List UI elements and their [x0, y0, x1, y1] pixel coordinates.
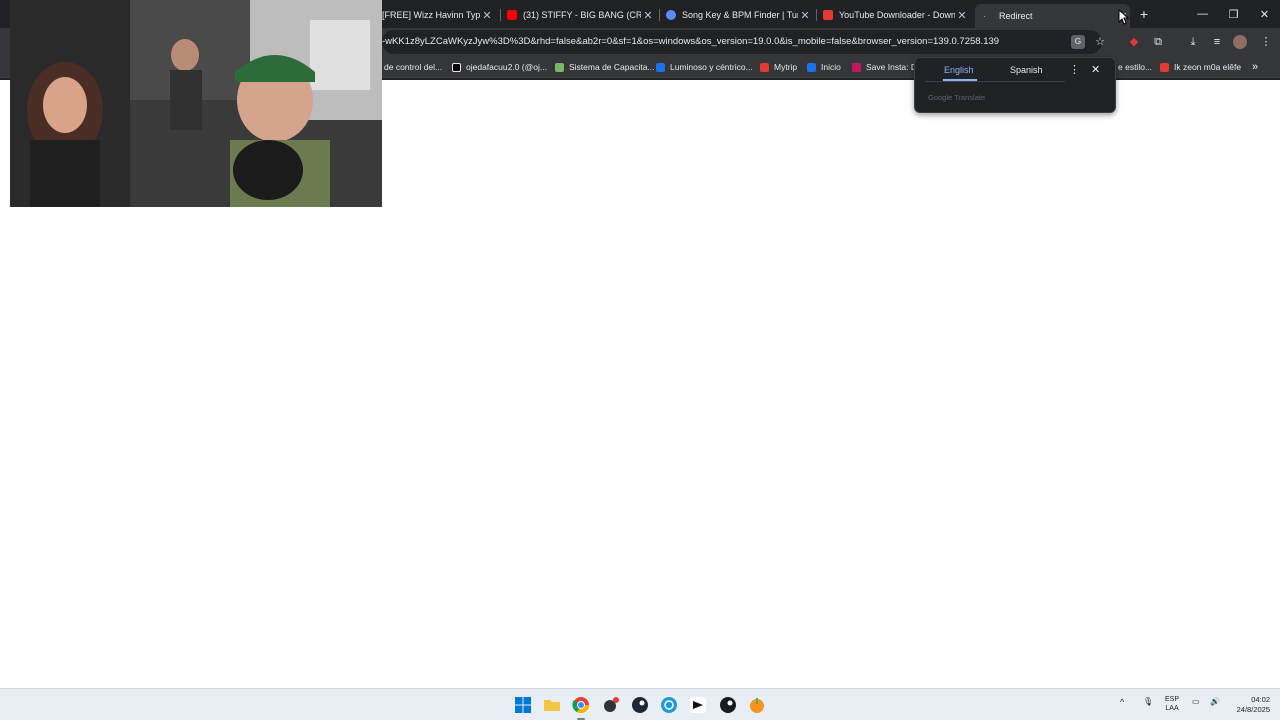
save-insta-icon — [852, 62, 861, 72]
extension-red-icon[interactable]: ◆ — [1126, 34, 1142, 50]
tab-close-icon[interactable]: ✕ — [641, 9, 655, 22]
translate-close-icon[interactable]: ✕ — [1091, 63, 1100, 76]
bookmark-item[interactable]: Luminoso y céntrico... — [656, 60, 753, 74]
youtube-icon — [507, 10, 517, 20]
minimize-icon[interactable]: — — [1187, 0, 1218, 28]
bookmark-item[interactable]: Sistema de Capacita... — [555, 60, 655, 74]
windows-start-icon[interactable] — [513, 695, 533, 715]
tab-close-icon[interactable]: ✕ — [955, 9, 969, 22]
bookmark-label: Luminoso y céntrico... — [670, 62, 753, 72]
restore-icon[interactable]: ❐ — [1218, 0, 1249, 28]
tunebat-icon — [666, 10, 676, 20]
tab-title: Song Key & BPM Finder | Tune — [682, 10, 798, 20]
selected-tab-indicator — [943, 79, 977, 81]
bookmark-label: Ik zeon m0a elêfe — [1174, 62, 1242, 72]
tab-separator — [816, 9, 817, 21]
bookmark-item[interactable]: Save Insta: De — [852, 60, 922, 74]
clock-time: 04:02 — [1251, 695, 1270, 704]
tab-title: (31) STIFFY - BIG BANG (CRUNK — [523, 10, 641, 20]
taskbar: ^ 🎙 ESP LAA ▭ 🔊 04:02 24/8/2025 — [0, 688, 1280, 720]
tab-stiffy-big-bang[interactable]: (31) STIFFY - BIG BANG (CRUNK ✕ — [507, 4, 655, 26]
bookmark-label: ojedafacuu2.0 (@oj... — [466, 62, 547, 72]
translate-divider — [925, 81, 1065, 82]
bookmark-item[interactable]: Mytrip — [760, 60, 797, 74]
tab-song-key-bpm[interactable]: Song Key & BPM Finder | Tune ✕ — [666, 4, 812, 26]
clock-date: 24/8/2025 — [1236, 705, 1270, 714]
translate-brand: Google Translate — [928, 93, 986, 102]
reading-list-icon[interactable]: ≡ — [1209, 34, 1225, 50]
target-language-tab[interactable]: Spanish — [1010, 65, 1043, 75]
loading-icon: · — [983, 11, 986, 21]
chrome-icon[interactable] — [571, 695, 591, 715]
tab-redirect[interactable]: · Redirect ✕ — [975, 4, 1130, 28]
keyboard-layout: LAA — [1165, 705, 1179, 712]
bookmark-label: Sistema de Capacita... — [569, 62, 655, 72]
bookmark-red-icon — [1160, 62, 1169, 72]
booking-icon — [656, 62, 665, 72]
browser-blue-icon[interactable] — [659, 695, 679, 715]
bookmark-item[interactable]: ojedafacuu2.0 (@oj... — [452, 60, 547, 74]
downloader-icon — [823, 10, 833, 20]
capcut-icon[interactable] — [688, 695, 708, 715]
steam-icon[interactable] — [718, 695, 738, 715]
bookmark-item[interactable]: Inicio — [807, 60, 841, 74]
tab-separator — [659, 9, 660, 21]
fl-studio-icon[interactable] — [747, 695, 767, 715]
tab-title: [FREE] Wizz Havinn Type B — [382, 10, 480, 20]
bookmark-label: e estilo... — [1118, 62, 1153, 72]
extensions-puzzle-icon[interactable]: ⧉ — [1150, 34, 1166, 50]
tiktok-icon — [452, 62, 461, 72]
bookmark-item[interactable]: de control del... — [384, 60, 442, 74]
file-explorer-icon[interactable] — [542, 695, 562, 715]
inicio-icon — [807, 62, 816, 72]
profile-avatar[interactable] — [1233, 35, 1247, 49]
translate-popup: English Spanish ⋮ ✕ Google Translate — [914, 57, 1116, 113]
more-menu-icon[interactable]: ⋮ — [1258, 34, 1274, 50]
tab-close-icon[interactable]: ✕ — [480, 9, 494, 22]
tab-youtube-downloader[interactable]: YouTube Downloader - Downl ✕ — [823, 4, 969, 26]
bookmark-item[interactable]: Ik zeon m0a elêfe — [1160, 60, 1241, 74]
volume-icon[interactable]: 🔊 — [1210, 697, 1220, 706]
tab-title: YouTube Downloader - Downl — [839, 10, 955, 20]
bookmark-star-icon[interactable]: ☆ — [1092, 34, 1108, 50]
network-icon[interactable]: ▭ — [1192, 697, 1200, 706]
mytrip-icon — [760, 62, 769, 72]
webcam-video — [10, 0, 382, 207]
bookmark-item[interactable]: e estilo... — [1118, 60, 1152, 74]
tab-title: Redirect — [999, 11, 1033, 21]
more-bookmarks-icon[interactable]: » — [1252, 60, 1258, 74]
mouse-cursor-icon — [1118, 9, 1130, 25]
tab-close-icon[interactable]: ✕ — [798, 9, 812, 22]
close-window-icon[interactable]: ✕ — [1249, 0, 1280, 28]
bookmark-label: de control del... — [384, 62, 443, 72]
window-controls: — ❐ ✕ — [1187, 0, 1280, 28]
language-indicator[interactable]: ESP LAA — [1165, 695, 1179, 713]
steam-icon[interactable] — [630, 695, 650, 715]
bookmark-label: Inicio — [821, 62, 841, 72]
tab-separator — [500, 9, 501, 21]
bookmark-label: Mytrip — [774, 62, 798, 72]
url-text: -wKK1z8yLZCaWKyzJyw%3D%3D&rhd=false&ab2r… — [382, 36, 1000, 47]
app-badge-icon[interactable] — [601, 695, 621, 715]
address-bar[interactable]: -wKK1z8yLZCaWKyzJyw%3D%3D&rhd=false&ab2r… — [382, 30, 1102, 54]
new-tab-button[interactable]: + — [1136, 6, 1152, 22]
capacitacion-icon — [555, 62, 564, 72]
system-clock[interactable]: 04:02 24/8/2025 — [1237, 695, 1270, 715]
download-icon[interactable]: ⤓ — [1185, 34, 1201, 50]
translate-options-icon[interactable]: ⋮ — [1069, 63, 1080, 76]
show-hidden-icons[interactable]: ^ — [1120, 697, 1124, 707]
translate-icon[interactable]: G — [1071, 35, 1085, 49]
webcam-overlay — [10, 0, 382, 207]
language-code: ESP — [1165, 696, 1180, 703]
microphone-icon[interactable]: 🎙 — [1143, 697, 1153, 706]
source-language-tab[interactable]: English — [944, 65, 974, 75]
tab-wizz-havinn[interactable]: [FREE] Wizz Havinn Type B ✕ — [382, 4, 494, 26]
